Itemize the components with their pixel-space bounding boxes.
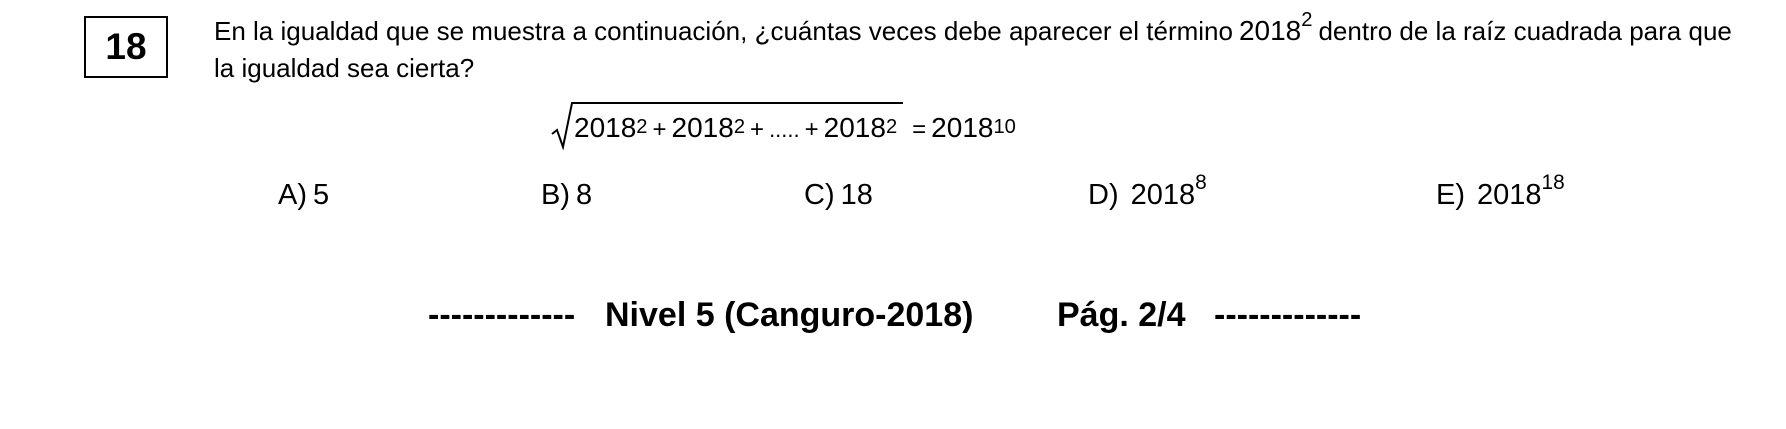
question-number: 18 (105, 26, 147, 67)
option-d-value: 2018 (1130, 179, 1196, 211)
radicand: 2018 2 + 2018 2 +..... + 2018 2 (572, 102, 904, 150)
option-d-exponent: 8 (1195, 171, 1207, 195)
footer-level: Nivel 5 (Canguro-2018) (605, 296, 974, 334)
option-c-value: 18 (840, 179, 873, 211)
question-number-box: 18 (84, 16, 168, 78)
option-b-label: B) (541, 179, 570, 211)
question-term-exponent: 2 (1301, 8, 1313, 31)
option-b[interactable]: B) 8 (541, 170, 592, 220)
question-term: 20182 (1238, 10, 1313, 46)
eq-plus-1: + (652, 116, 667, 143)
eq-rhs-base: 2018 (931, 112, 994, 143)
option-a-label: A) (278, 179, 307, 211)
footer-page: Pág. 2/4 (1057, 296, 1186, 334)
footer-dashes-left: ------------- (428, 296, 576, 334)
option-c[interactable]: C) 18 (804, 170, 873, 220)
option-a[interactable]: A) 5 (278, 170, 329, 220)
eq-plus-2: + (750, 116, 765, 143)
eq-term1-base: 2018 (574, 112, 637, 143)
question-text-before: En la igualdad que se muestra a continua… (214, 16, 1233, 46)
eq-plus-3: + (804, 116, 819, 143)
eq-equals: = (912, 116, 927, 143)
option-c-label: C) (804, 179, 835, 211)
equation-rhs: = 2018 10 (907, 108, 1016, 150)
option-d-label: D) (1088, 179, 1119, 211)
option-b-value: 8 (576, 179, 593, 211)
question-term-base: 2018 (1238, 15, 1302, 46)
option-a-value: 5 (313, 179, 330, 211)
square-root-sign-icon (551, 102, 574, 150)
footer-dashes-right: ------------- (1214, 296, 1362, 334)
question-text: En la igualdad que se muestra a continua… (214, 10, 1734, 87)
eq-term2-base: 2018 (671, 112, 734, 143)
equation: 2018 2 + 2018 2 +..... + 2018 2 = 2018 10 (550, 100, 1016, 150)
option-e-value: 2018 (1477, 179, 1542, 211)
option-e-label: E) (1436, 179, 1465, 211)
option-e-exponent: 18 (1541, 171, 1565, 195)
eq-term3-base: 2018 (823, 112, 886, 143)
option-d[interactable]: D) 20188 (1088, 170, 1207, 220)
eq-dots: ..... (769, 117, 800, 142)
option-e[interactable]: E) 201818 (1436, 170, 1565, 220)
